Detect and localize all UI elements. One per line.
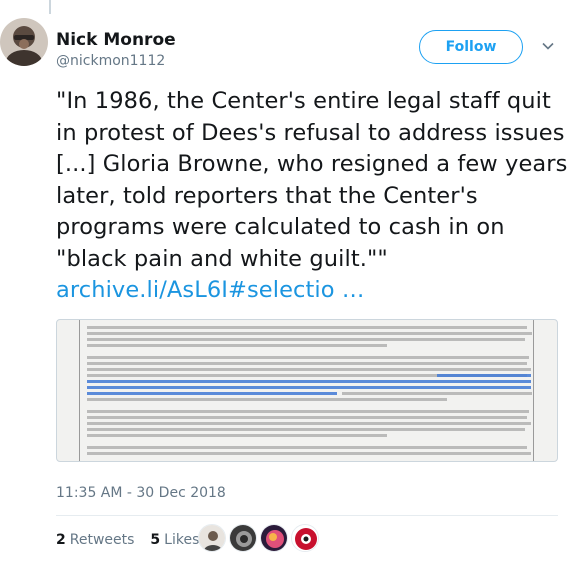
tweet-body: "In 1986, the Center's entire legal staf… bbox=[56, 88, 568, 272]
document-margin-line bbox=[79, 320, 80, 461]
thread-connector-line bbox=[49, 0, 51, 14]
tweet-text: "In 1986, the Center's entire legal staf… bbox=[56, 86, 576, 307]
likes-label: Likes bbox=[164, 532, 200, 548]
author-names: Nick Monroe @nickmon1112 bbox=[56, 30, 176, 70]
highlighted-text bbox=[87, 386, 531, 389]
follow-button[interactable]: Follow bbox=[419, 30, 523, 64]
liker-avatars bbox=[198, 524, 319, 552]
highlighted-text bbox=[437, 374, 531, 377]
retweets-count: 2 bbox=[56, 532, 66, 548]
tweet-timestamp[interactable]: 11:35 AM - 30 Dec 2018 bbox=[56, 485, 226, 501]
likes-stat[interactable]: 5 Likes bbox=[150, 532, 199, 548]
chevron-down-icon[interactable] bbox=[540, 38, 556, 54]
author-handle[interactable]: @nickmon1112 bbox=[56, 52, 176, 70]
liker-avatar-4[interactable] bbox=[291, 524, 319, 552]
highlighted-text bbox=[87, 380, 531, 383]
tweet-stats: 2 Retweets 5 Likes bbox=[56, 532, 215, 548]
retweets-label: Retweets bbox=[69, 532, 135, 548]
tweet-link[interactable]: archive.li/AsL6I#selectio … bbox=[56, 277, 365, 303]
author-avatar[interactable] bbox=[0, 18, 48, 66]
liker-avatar-1[interactable] bbox=[198, 524, 226, 552]
document-margin-line bbox=[533, 320, 534, 461]
author-display-name[interactable]: Nick Monroe bbox=[56, 30, 176, 50]
tweet-header: Nick Monroe @nickmon1112 Follow bbox=[0, 18, 585, 78]
tweet-media[interactable] bbox=[56, 319, 558, 462]
liker-avatar-2[interactable] bbox=[229, 524, 257, 552]
retweets-stat[interactable]: 2 Retweets bbox=[56, 532, 134, 548]
divider bbox=[56, 515, 558, 516]
likes-count: 5 bbox=[150, 532, 161, 548]
highlighted-text bbox=[87, 392, 337, 395]
liker-avatar-3[interactable] bbox=[260, 524, 288, 552]
